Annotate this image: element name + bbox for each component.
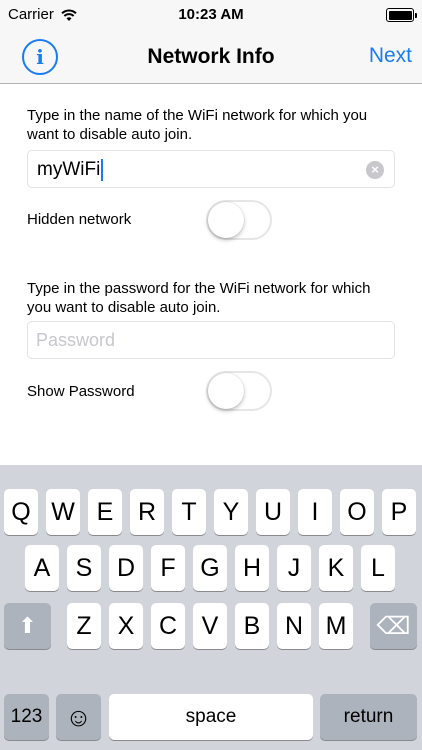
key-t[interactable]: T xyxy=(172,489,206,535)
key-j[interactable]: J xyxy=(277,545,311,591)
emoji-face-icon: ☺ xyxy=(65,701,92,732)
keyboard: Q W E R T Y U I O P A S D F G H J K L ⬆ … xyxy=(0,465,422,750)
show-password-toggle[interactable] xyxy=(206,371,272,411)
page-title: Network Info xyxy=(147,45,275,68)
key-o[interactable]: O xyxy=(340,489,374,535)
key-y[interactable]: Y xyxy=(214,489,248,535)
space-key[interactable]: space xyxy=(109,694,313,740)
key-s[interactable]: S xyxy=(67,545,101,591)
network-name-field[interactable]: myWiFi × xyxy=(27,150,395,188)
key-u[interactable]: U xyxy=(256,489,290,535)
return-key[interactable]: return xyxy=(320,694,417,740)
key-c[interactable]: C xyxy=(151,603,185,649)
key-v[interactable]: V xyxy=(193,603,227,649)
key-g[interactable]: G xyxy=(193,545,227,591)
key-w[interactable]: W xyxy=(46,489,80,535)
network-name-prompt: Type in the name of the WiFi network for… xyxy=(27,107,368,143)
key-f[interactable]: F xyxy=(151,545,185,591)
shift-key[interactable]: ⬆ xyxy=(4,603,51,649)
key-a[interactable]: A xyxy=(25,545,59,591)
toggle-knob xyxy=(208,373,244,409)
key-l[interactable]: L xyxy=(361,545,395,591)
key-i[interactable]: I xyxy=(298,489,332,535)
key-e[interactable]: E xyxy=(88,489,122,535)
key-z[interactable]: Z xyxy=(67,603,101,649)
numbers-key[interactable]: 123 xyxy=(4,694,49,740)
shift-arrow-icon: ⬆ xyxy=(18,613,37,638)
key-h[interactable]: H xyxy=(235,545,269,591)
emoji-key[interactable]: ☺ xyxy=(56,694,101,740)
password-prompt: Type in the password for the WiFi networ… xyxy=(27,280,371,316)
navigation-bar: i Network Info Next xyxy=(0,30,422,84)
status-bar: Carrier 10:23 AM xyxy=(0,0,422,30)
key-k[interactable]: K xyxy=(319,545,353,591)
key-q[interactable]: Q xyxy=(4,489,38,535)
toggle-knob xyxy=(208,202,244,238)
hidden-network-toggle[interactable] xyxy=(206,200,272,240)
key-x[interactable]: X xyxy=(109,603,143,649)
text-cursor xyxy=(101,159,104,181)
key-r[interactable]: R xyxy=(130,489,164,535)
hidden-network-label: Hidden network xyxy=(27,211,132,228)
password-input[interactable] xyxy=(28,322,394,358)
backspace-icon: ⌫ xyxy=(376,612,411,640)
key-d[interactable]: D xyxy=(109,545,143,591)
network-name-value: myWiFi xyxy=(37,159,101,180)
battery-icon xyxy=(386,8,417,22)
status-time: 10:23 AM xyxy=(178,6,244,23)
key-p[interactable]: P xyxy=(382,489,416,535)
show-password-label: Show Password xyxy=(27,383,135,400)
next-button[interactable]: Next xyxy=(369,44,412,68)
key-m[interactable]: M xyxy=(319,603,353,649)
password-field[interactable] xyxy=(27,321,395,359)
clear-text-icon[interactable]: × xyxy=(366,161,384,179)
key-n[interactable]: N xyxy=(277,603,311,649)
key-b[interactable]: B xyxy=(235,603,269,649)
delete-key[interactable]: ⌫ xyxy=(370,603,417,649)
